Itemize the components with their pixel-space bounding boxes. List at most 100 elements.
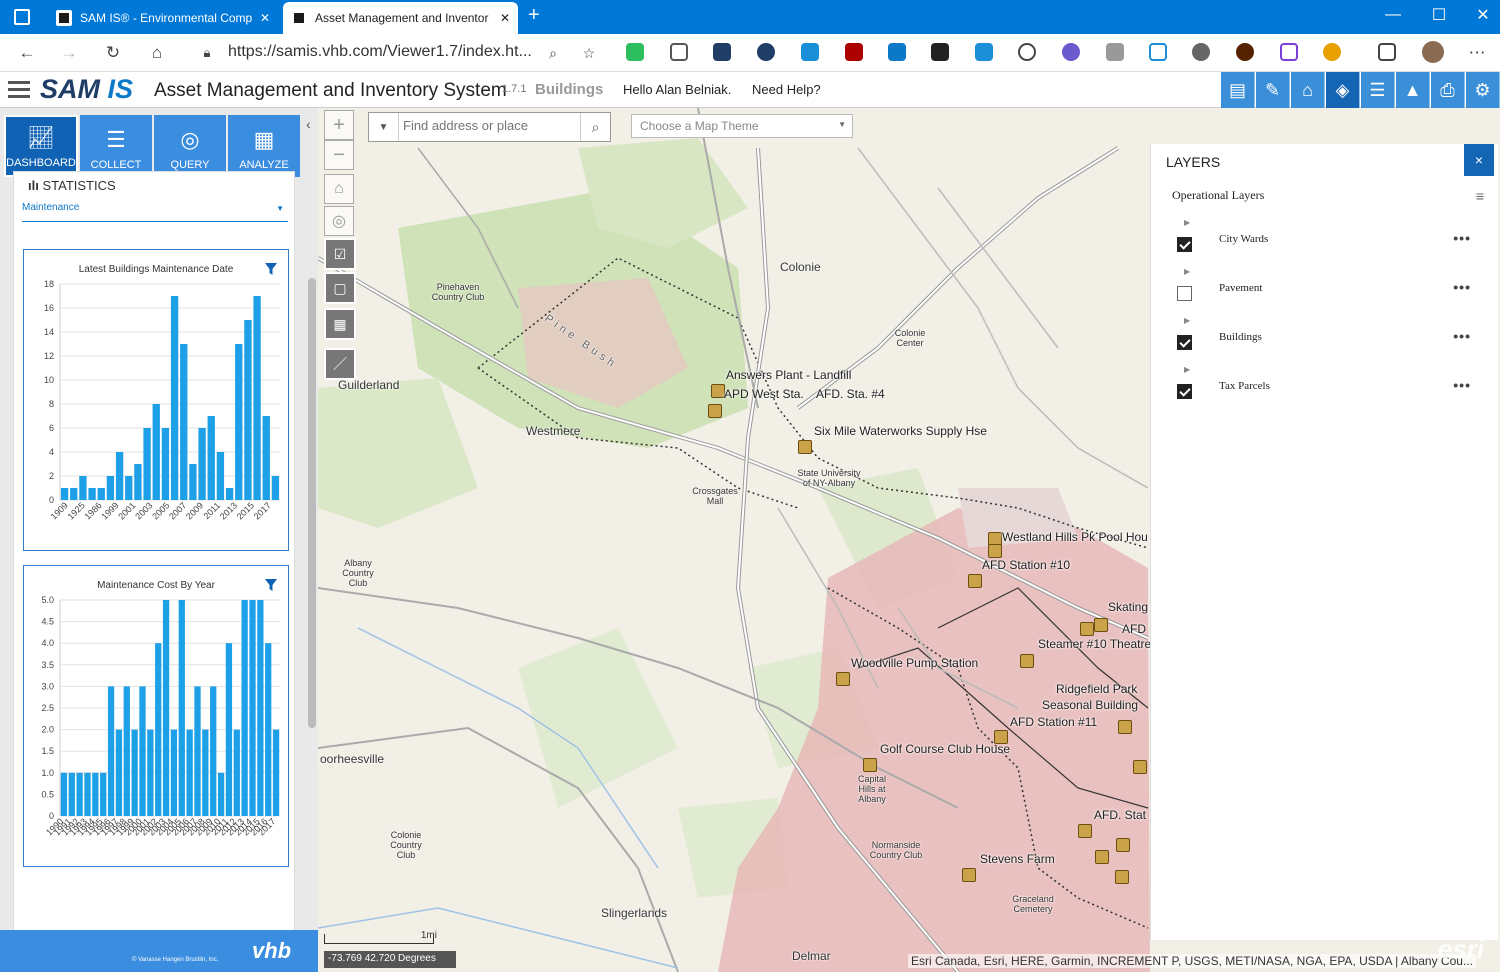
map-theme-select[interactable]: Choose a Map Theme ▼ [631,114,853,138]
building-marker[interactable] [1095,850,1109,864]
chart-bar[interactable] [198,428,206,500]
info-extension-icon[interactable] [1018,43,1036,61]
more-options-icon[interactable]: ••• [1453,230,1471,246]
layer-checkbox[interactable] [1177,384,1192,399]
chart-bar[interactable] [253,296,261,500]
box-select-tool-icon[interactable]: ▢ [324,272,356,304]
chart-bar[interactable] [60,772,68,816]
hamburger-menu-icon[interactable] [8,81,30,99]
help-link[interactable]: Need Help? [752,82,821,97]
extension-icon[interactable] [1236,43,1254,61]
extension-icon[interactable] [1106,43,1124,61]
close-tab-icon[interactable]: ✕ [260,11,270,25]
measure-tool-icon[interactable]: ／ [324,348,356,380]
chart-bar[interactable] [123,686,130,816]
extension-icon[interactable] [1280,43,1298,61]
home-extent-button[interactable]: ⌂ [324,174,354,204]
zoom-in-button[interactable]: + [324,110,354,140]
education-icon[interactable]: ▲ [1396,72,1430,108]
chart-bar[interactable] [107,686,115,816]
report-icon[interactable]: ▤ [1221,72,1255,108]
chart-bar[interactable] [189,464,197,500]
more-options-icon[interactable]: ••• [1453,377,1471,393]
building-marker[interactable] [1118,720,1132,734]
analyze-button[interactable]: ▦ ANALYZE [228,115,300,177]
chart-bar[interactable] [106,476,115,500]
chart-bar[interactable] [125,476,133,500]
chart-bar[interactable] [115,452,124,500]
zoom-out-button[interactable]: − [324,140,354,170]
edit-location-icon[interactable]: ✎ [1256,72,1290,108]
layer-checkbox[interactable] [1177,286,1192,301]
home-extent-icon[interactable]: ⌂ [1291,72,1325,108]
chart-bar[interactable] [180,344,188,500]
play-extension-icon[interactable] [1149,43,1167,61]
chart-bar[interactable] [249,600,256,816]
new-tab-button[interactable]: + [528,4,540,27]
forward-icon[interactable]: → [58,42,80,64]
favorite-icon[interactable]: ☆ [578,42,600,64]
chart-bar[interactable] [257,600,264,816]
chart-bar[interactable] [271,476,280,500]
chart-bar[interactable] [244,320,252,500]
chart-bar[interactable] [92,772,99,816]
building-marker[interactable] [1078,824,1092,838]
settings-icon[interactable]: ⚙ [1466,72,1500,108]
tab-actions-icon[interactable] [14,9,30,25]
extension-icon[interactable] [1062,43,1080,61]
maximize-icon[interactable]: ☐ [1416,0,1462,30]
close-tab-icon[interactable]: ✕ [500,11,510,25]
extension-icon[interactable] [713,43,731,61]
collapse-panel-icon[interactable]: ‹ [306,116,311,132]
chart-bar[interactable] [88,488,96,500]
chart-bar[interactable] [233,729,240,816]
chart-bar[interactable] [186,729,193,816]
layer-checkbox[interactable] [1177,237,1192,252]
more-options-icon[interactable]: ••• [1453,279,1471,295]
chart-bar[interactable] [152,404,160,500]
ublock-extension-icon[interactable] [845,43,863,61]
chart-bar[interactable] [170,296,179,500]
building-marker[interactable] [1115,870,1129,884]
building-marker[interactable] [863,758,877,772]
chart-bar[interactable] [272,729,280,816]
expand-icon[interactable]: ▶ [1184,218,1190,227]
building-marker[interactable] [798,440,812,454]
collect-button[interactable]: ☰ COLLECT [80,115,152,177]
refresh-icon[interactable]: ↻ [102,42,124,64]
chart-bar[interactable] [162,600,170,816]
search-input[interactable] [403,118,573,133]
expand-icon[interactable]: ▶ [1184,365,1190,374]
search-icon[interactable]: ⌕ [580,113,610,141]
buffer-extension-icon[interactable] [931,43,949,61]
more-options-icon[interactable]: ••• [1453,328,1471,344]
address-bar[interactable]: https://samis.vhb.com/Viewer1.7/index.ht… [228,43,532,61]
extension-icon[interactable] [757,43,775,61]
back-icon[interactable]: ← [16,42,38,64]
minimize-icon[interactable]: — [1370,0,1416,30]
chart-bar[interactable] [97,488,105,500]
chart-bar[interactable] [235,344,243,500]
chart-bar[interactable] [170,729,178,816]
building-marker[interactable] [1094,618,1108,632]
extension-icon[interactable] [1323,43,1341,61]
collections-icon[interactable] [1378,43,1396,61]
chart-bar[interactable] [225,643,233,816]
chart-bar[interactable] [225,488,234,500]
chart-bar[interactable] [134,464,142,500]
chart-bar[interactable] [207,416,215,500]
layers-icon[interactable]: ◈ [1326,72,1360,108]
avatar[interactable] [1422,41,1444,63]
extension-icon[interactable] [1192,43,1210,61]
building-marker[interactable] [1116,838,1130,852]
grid-tool-icon[interactable]: ▦ [324,308,356,340]
building-marker[interactable] [708,404,722,418]
chart-bar[interactable] [262,416,270,500]
chart-bar[interactable] [178,600,185,816]
dashboard-button[interactable]: 📈︎ DASHBOARD [4,115,78,177]
extension-icon[interactable] [801,43,819,61]
chart-bar[interactable] [115,729,123,816]
building-marker[interactable] [962,868,976,882]
panel-scrollbar[interactable] [308,278,316,728]
close-window-icon[interactable]: ✕ [1460,0,1500,30]
